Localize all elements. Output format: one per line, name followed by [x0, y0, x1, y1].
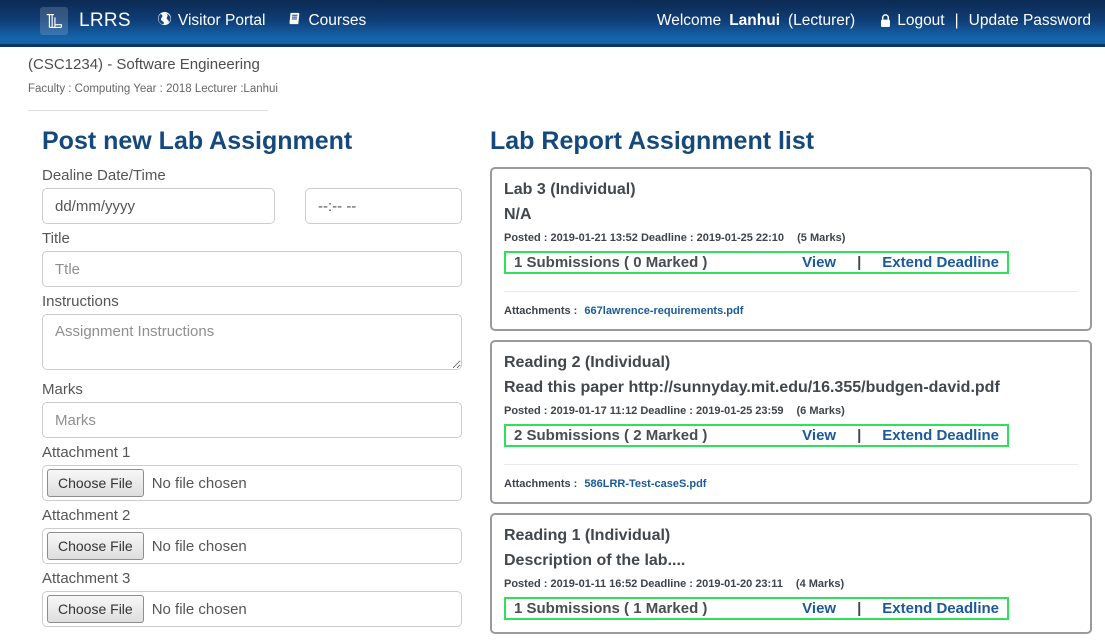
logout-link[interactable]: Logout [897, 12, 944, 30]
assignment-title: Lab 3 (Individual) [504, 177, 1078, 202]
marks-text: (5 Marks) [797, 232, 845, 244]
assignment-card: Lab 3 (Individual) N/A Posted : 2019-01-… [490, 167, 1092, 331]
marks-input[interactable] [42, 402, 462, 438]
attachment-2-choose-file-button[interactable]: Choose File [47, 532, 144, 560]
attachment-2-label: Attachment 2 [42, 507, 462, 524]
course-title: (CSC1234) - Software Engineering [28, 56, 1092, 73]
deadline-date-input[interactable] [42, 188, 275, 224]
submissions-count: 1 Submissions ( 0 Marked ) [514, 254, 707, 271]
attachment-2-file-input[interactable]: Choose File No file chosen [42, 528, 462, 564]
brand-link[interactable]: LRRS [40, 7, 131, 35]
posted-deadline-text: Posted : 2019-01-17 11:12 Deadline : 201… [504, 405, 783, 417]
attachment-file-link[interactable]: 667lawrence-requirements.pdf [584, 305, 743, 317]
view-link[interactable]: View [802, 427, 836, 444]
link-separator: | [857, 427, 861, 444]
extend-deadline-link[interactable]: Extend Deadline [882, 254, 999, 271]
title-label: Title [42, 230, 462, 247]
course-subtitle: Faculty : Computing Year : 2018 Lecturer… [28, 83, 1092, 95]
assignment-title: Reading 1 (Individual) [504, 523, 1078, 548]
card-divider [504, 291, 1078, 292]
navbar-right: Welcome Lanhui (Lecturer) Logout | Updat… [657, 12, 1091, 30]
assignment-description: Description of the lab.... [504, 548, 1078, 573]
assignment-list-panel: Lab Report Assignment list Lab 3 (Indivi… [490, 111, 1092, 643]
assignment-description: Read this paper http://sunnyday.mit.edu/… [504, 375, 1078, 400]
top-navbar: LRRS Visitor Portal Courses Welcome Lanh… [0, 0, 1105, 47]
title-input[interactable] [42, 251, 462, 287]
attachments-row: Attachments : 667lawrence-requirements.p… [504, 305, 1078, 317]
lock-icon [879, 13, 892, 28]
assignment-card: Reading 1 (Individual) Description of th… [490, 513, 1092, 634]
attachment-1-file-status: No file chosen [152, 475, 247, 492]
attachment-3-file-status: No file chosen [152, 601, 247, 618]
page-content: (CSC1234) - Software Engineering Faculty… [0, 47, 1105, 643]
assignment-meta: Posted : 2019-01-21 13:52 Deadline : 201… [504, 232, 1078, 244]
marks-text: (4 Marks) [796, 578, 844, 590]
extend-deadline-link[interactable]: Extend Deadline [882, 427, 999, 444]
post-assignment-heading: Post new Lab Assignment [42, 127, 462, 156]
submissions-bar: 1 Submissions ( 0 Marked ) View | Extend… [504, 251, 1009, 274]
submissions-count: 1 Submissions ( 1 Marked ) [514, 600, 707, 617]
update-password-link[interactable]: Update Password [969, 12, 1091, 30]
lrrs-logo-icon [40, 7, 68, 35]
attachment-3-choose-file-button[interactable]: Choose File [47, 595, 144, 623]
navbar-separator: | [955, 12, 959, 30]
assignment-card: Reading 2 (Individual) Read this paper h… [490, 340, 1092, 504]
link-separator: | [857, 254, 861, 271]
attachments-row: Attachments : 586LRR-Test-caseS.pdf [504, 478, 1078, 490]
welcome-label: Welcome [657, 12, 721, 30]
attachment-1-choose-file-button[interactable]: Choose File [47, 469, 144, 497]
assignment-title: Reading 2 (Individual) [504, 350, 1078, 375]
link-separator: | [857, 600, 861, 617]
posted-deadline-text: Posted : 2019-01-21 13:52 Deadline : 201… [504, 232, 784, 244]
post-assignment-panel: Post new Lab Assignment Dealine Date/Tim… [42, 111, 462, 627]
user-role: (Lecturer) [788, 12, 855, 30]
submissions-bar: 2 Submissions ( 2 Marked ) View | Extend… [504, 424, 1009, 447]
submissions-count: 2 Submissions ( 2 Marked ) [514, 427, 707, 444]
nav-visitor-portal[interactable]: Visitor Portal [157, 11, 266, 31]
book-icon [287, 11, 302, 31]
globe-icon [157, 11, 172, 31]
nav-courses[interactable]: Courses [287, 11, 366, 31]
instructions-textarea[interactable] [42, 314, 462, 370]
attachment-1-label: Attachment 1 [42, 444, 462, 461]
assignment-meta: Posted : 2019-01-17 11:12 Deadline : 201… [504, 405, 1078, 417]
attachment-1-file-input[interactable]: Choose File No file chosen [42, 465, 462, 501]
view-link[interactable]: View [802, 254, 836, 271]
marks-label: Marks [42, 381, 462, 398]
nav-courses-label: Courses [308, 12, 366, 30]
attachments-label: Attachments : [504, 305, 577, 317]
attachment-2-file-status: No file chosen [152, 538, 247, 555]
extend-deadline-link[interactable]: Extend Deadline [882, 600, 999, 617]
attachment-file-link[interactable]: 586LRR-Test-caseS.pdf [584, 478, 706, 490]
attachments-label: Attachments : [504, 478, 577, 490]
deadline-label: Dealine Date/Time [42, 167, 462, 184]
attachment-3-label: Attachment 3 [42, 570, 462, 587]
assignment-description: N/A [504, 202, 1078, 227]
username: Lanhui [729, 12, 780, 30]
instructions-label: Instructions [42, 293, 462, 310]
submissions-bar: 1 Submissions ( 1 Marked ) View | Extend… [504, 597, 1009, 620]
attachment-3-file-input[interactable]: Choose File No file chosen [42, 591, 462, 627]
brand-text: LRRS [79, 10, 131, 32]
assignment-list-heading: Lab Report Assignment list [490, 127, 1092, 156]
nav-visitor-portal-label: Visitor Portal [178, 12, 266, 30]
marks-text: (6 Marks) [797, 405, 845, 417]
view-link[interactable]: View [802, 600, 836, 617]
card-divider [504, 464, 1078, 465]
posted-deadline-text: Posted : 2019-01-11 16:52 Deadline : 201… [504, 578, 783, 590]
assignment-meta: Posted : 2019-01-11 16:52 Deadline : 201… [504, 578, 1078, 590]
deadline-time-input[interactable] [305, 188, 462, 224]
